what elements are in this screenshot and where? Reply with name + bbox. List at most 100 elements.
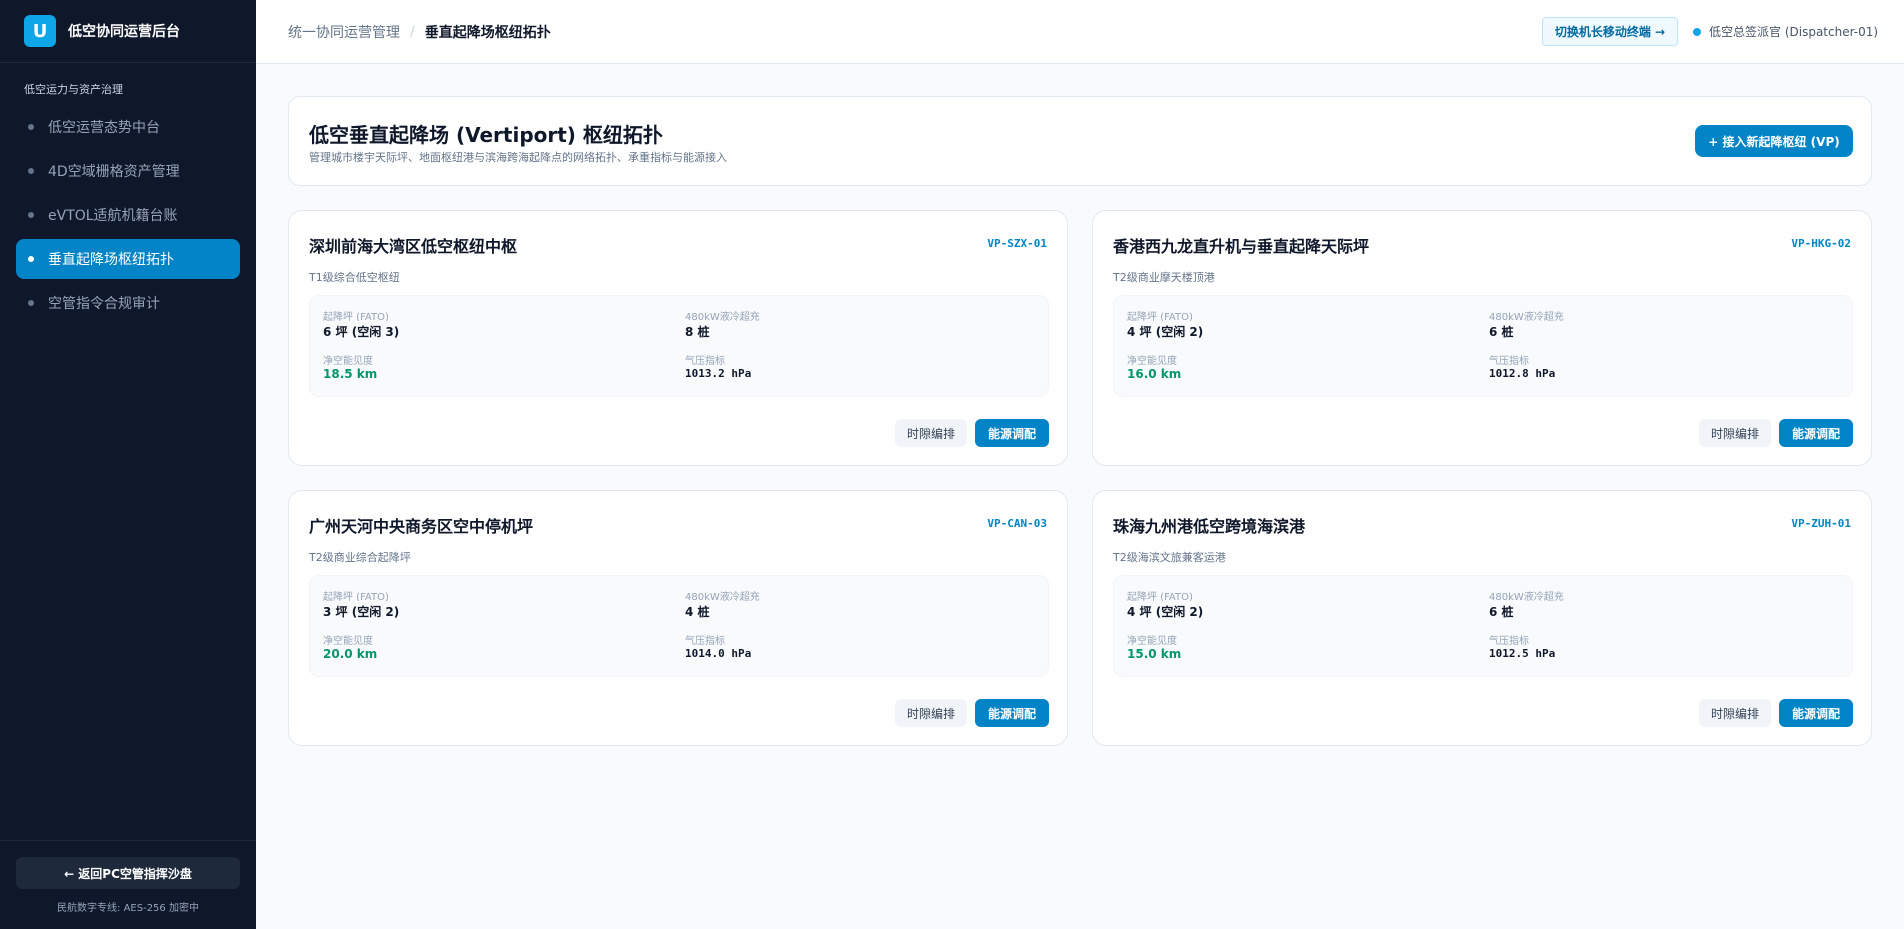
- sidebar-item-compliance-audit[interactable]: 空管指令合规审计: [16, 283, 240, 323]
- sidebar-item-label: 低空运营态势中台: [48, 120, 160, 136]
- metric-label: 起降坪 (FATO): [1127, 312, 1193, 323]
- energy-dispatch-button[interactable]: 能源调配: [975, 419, 1049, 447]
- vertiport-metrics: 起降坪 (FATO) 4 坪 (空闲 2) 480kW液冷超充 6 桩 净空能见…: [1113, 575, 1853, 677]
- vertiport-metrics: 起降坪 (FATO) 4 坪 (空闲 2) 480kW液冷超充 6 桩 净空能见…: [1113, 295, 1853, 397]
- vertiport-code: VP-HKG-02: [1791, 237, 1851, 250]
- bullet-icon: [28, 212, 34, 218]
- metric-label: 起降坪 (FATO): [323, 312, 389, 323]
- metric-pressure: 气压指标 1014.0 hPa: [685, 632, 1025, 660]
- vertiport-card: 珠海九州港低空跨境海滨港 VP-ZUH-01 T2级海滨文旅兼客运港 起降坪 (…: [1092, 490, 1872, 746]
- metric-visibility: 净空能见度 20.0 km: [323, 632, 663, 661]
- sidebar-item-evtol-registry[interactable]: eVTOL适航机籍台账: [16, 195, 240, 235]
- topbar: 统一协同运营管理 / 垂直起降场枢纽拓扑 切换机长移动终端 → 低空总签派官 (…: [256, 0, 1904, 64]
- metric-value: 3 坪 (空闲 2): [323, 605, 400, 619]
- metric-pressure: 气压指标 1012.8 hPa: [1489, 352, 1829, 380]
- sidebar-item-label: 4D空域栅格资产管理: [48, 164, 180, 180]
- metric-visibility: 净空能见度 15.0 km: [1127, 632, 1467, 661]
- vertiport-tier: T2级海滨文旅兼客运港: [1113, 551, 1226, 564]
- metric-value: 18.5 km: [323, 367, 378, 381]
- metric-label: 480kW液冷超充: [685, 592, 760, 603]
- sidebar-item-vertiport-topology[interactable]: 垂直起降场枢纽拓扑: [16, 239, 240, 279]
- metric-label: 480kW液冷超充: [1489, 592, 1564, 603]
- breadcrumb-separator: /: [410, 23, 415, 40]
- sidebar-footer: ← 返回PC空管指挥沙盘 民航数字专线: AES-256 加密中: [0, 840, 256, 929]
- vertiport-code: VP-CAN-03: [987, 517, 1047, 530]
- metric-fato: 起降坪 (FATO) 6 坪 (空闲 3): [323, 308, 663, 340]
- brand-name: 低空协同运营后台: [68, 24, 180, 40]
- metric-label: 气压指标: [685, 356, 725, 367]
- vertiport-metrics: 起降坪 (FATO) 3 坪 (空闲 2) 480kW液冷超充 4 桩 净空能见…: [309, 575, 1049, 677]
- metric-charging: 480kW液冷超充 8 桩: [685, 308, 1025, 340]
- sidebar-item-label: 垂直起降场枢纽拓扑: [48, 252, 174, 268]
- back-to-pc-button[interactable]: ← 返回PC空管指挥沙盘: [16, 857, 240, 889]
- metric-value: 1012.8 hPa: [1489, 367, 1556, 380]
- vertiport-card: 深圳前海大湾区低空枢纽中枢 VP-SZX-01 T1级综合低空枢纽 起降坪 (F…: [288, 210, 1068, 466]
- slot-schedule-button[interactable]: 时隙编排: [1699, 699, 1771, 727]
- metric-value: 4 桩: [685, 605, 710, 619]
- page-header-card: 低空垂直起降场 (Vertiport) 枢纽拓扑 管理城市楼宇天际坪、地面枢纽港…: [288, 96, 1872, 186]
- metric-fato: 起降坪 (FATO) 4 坪 (空闲 2): [1127, 308, 1467, 340]
- metric-value: 20.0 km: [323, 647, 378, 661]
- energy-dispatch-button[interactable]: 能源调配: [1779, 419, 1853, 447]
- user-name: 低空总签派官 (Dispatcher-01): [1709, 25, 1879, 39]
- add-vertiport-button[interactable]: + 接入新起降枢纽 (VP): [1695, 125, 1853, 157]
- slot-schedule-button[interactable]: 时隙编排: [895, 419, 967, 447]
- metric-fato: 起降坪 (FATO) 4 坪 (空闲 2): [1127, 588, 1467, 620]
- bullet-icon: [28, 256, 34, 262]
- metric-value: 4 坪 (空闲 2): [1127, 605, 1204, 619]
- metric-value: 1012.5 hPa: [1489, 647, 1556, 660]
- vertiport-name: 香港西九龙直升机与垂直起降天际坪: [1113, 237, 1370, 256]
- brand: U 低空协同运营后台: [0, 0, 256, 63]
- energy-dispatch-button[interactable]: 能源调配: [975, 699, 1049, 727]
- metric-label: 480kW液冷超充: [685, 312, 760, 323]
- metric-value: 6 桩: [1489, 605, 1514, 619]
- metric-label: 净空能见度: [1127, 636, 1177, 647]
- bullet-icon: [28, 124, 34, 130]
- vertiport-tier: T1级综合低空枢纽: [309, 271, 400, 284]
- metric-label: 净空能见度: [323, 636, 373, 647]
- metric-label: 净空能见度: [1127, 356, 1177, 367]
- sidebar-item-label: eVTOL适航机籍台账: [48, 208, 178, 224]
- brand-logo: U: [24, 15, 56, 47]
- metric-value: 1014.0 hPa: [685, 647, 752, 660]
- metric-fato: 起降坪 (FATO) 3 坪 (空闲 2): [323, 588, 663, 620]
- sidebar: U 低空协同运营后台 低空运力与资产治理 低空运营态势中台 4D空域栅格资产管理…: [0, 0, 256, 929]
- encryption-status: 民航数字专线: AES-256 加密中: [57, 903, 199, 914]
- page-subtitle: 管理城市楼宇天际坪、地面枢纽港与滨海跨海起降点的网络拓扑、承重指标与能源接入: [309, 151, 727, 164]
- user-info: 低空总签派官 (Dispatcher-01): [1693, 0, 1878, 63]
- metric-label: 起降坪 (FATO): [1127, 592, 1193, 603]
- metric-label: 气压指标: [1489, 636, 1529, 647]
- metric-value: 8 桩: [685, 325, 710, 339]
- metric-value: 1013.2 hPa: [685, 367, 752, 380]
- nav-section-title: 低空运力与资产治理: [24, 83, 123, 96]
- switch-mobile-terminal-button[interactable]: 切换机长移动终端 →: [1542, 17, 1678, 46]
- slot-schedule-button[interactable]: 时隙编排: [1699, 419, 1771, 447]
- sidebar-item-airspace-grid[interactable]: 4D空域栅格资产管理: [16, 151, 240, 191]
- page-title: 低空垂直起降场 (Vertiport) 枢纽拓扑: [309, 123, 663, 147]
- sidebar-nav: 低空运营态势中台 4D空域栅格资产管理 eVTOL适航机籍台账 垂直起降场枢纽拓…: [0, 107, 256, 323]
- bullet-icon: [28, 168, 34, 174]
- bullet-icon: [28, 300, 34, 306]
- metric-pressure: 气压指标 1013.2 hPa: [685, 352, 1025, 380]
- vertiport-name: 广州天河中央商务区空中停机坪: [309, 517, 534, 536]
- breadcrumb-parent[interactable]: 统一协同运营管理: [288, 22, 400, 42]
- sidebar-item-ops-dashboard[interactable]: 低空运营态势中台: [16, 107, 240, 147]
- metric-charging: 480kW液冷超充 6 桩: [1489, 308, 1829, 340]
- metric-value: 6 坪 (空闲 3): [323, 325, 400, 339]
- energy-dispatch-button[interactable]: 能源调配: [1779, 699, 1853, 727]
- metric-value: 6 桩: [1489, 325, 1514, 339]
- metric-charging: 480kW液冷超充 6 桩: [1489, 588, 1829, 620]
- vertiport-name: 珠海九州港低空跨境海滨港: [1113, 517, 1306, 536]
- slot-schedule-button[interactable]: 时隙编排: [895, 699, 967, 727]
- metric-pressure: 气压指标 1012.5 hPa: [1489, 632, 1829, 660]
- vertiport-metrics: 起降坪 (FATO) 6 坪 (空闲 3) 480kW液冷超充 8 桩 净空能见…: [309, 295, 1049, 397]
- vertiport-tier: T2级商业摩天楼顶港: [1113, 271, 1215, 284]
- vertiport-name: 深圳前海大湾区低空枢纽中枢: [309, 237, 518, 256]
- vertiport-card: 广州天河中央商务区空中停机坪 VP-CAN-03 T2级商业综合起降坪 起降坪 …: [288, 490, 1068, 746]
- breadcrumb-current: 垂直起降场枢纽拓扑: [424, 24, 551, 41]
- metric-value: 16.0 km: [1127, 367, 1182, 381]
- metric-visibility: 净空能见度 18.5 km: [323, 352, 663, 381]
- vertiport-code: VP-ZUH-01: [1791, 517, 1851, 530]
- sidebar-item-label: 空管指令合规审计: [48, 296, 160, 312]
- metric-label: 净空能见度: [323, 356, 373, 367]
